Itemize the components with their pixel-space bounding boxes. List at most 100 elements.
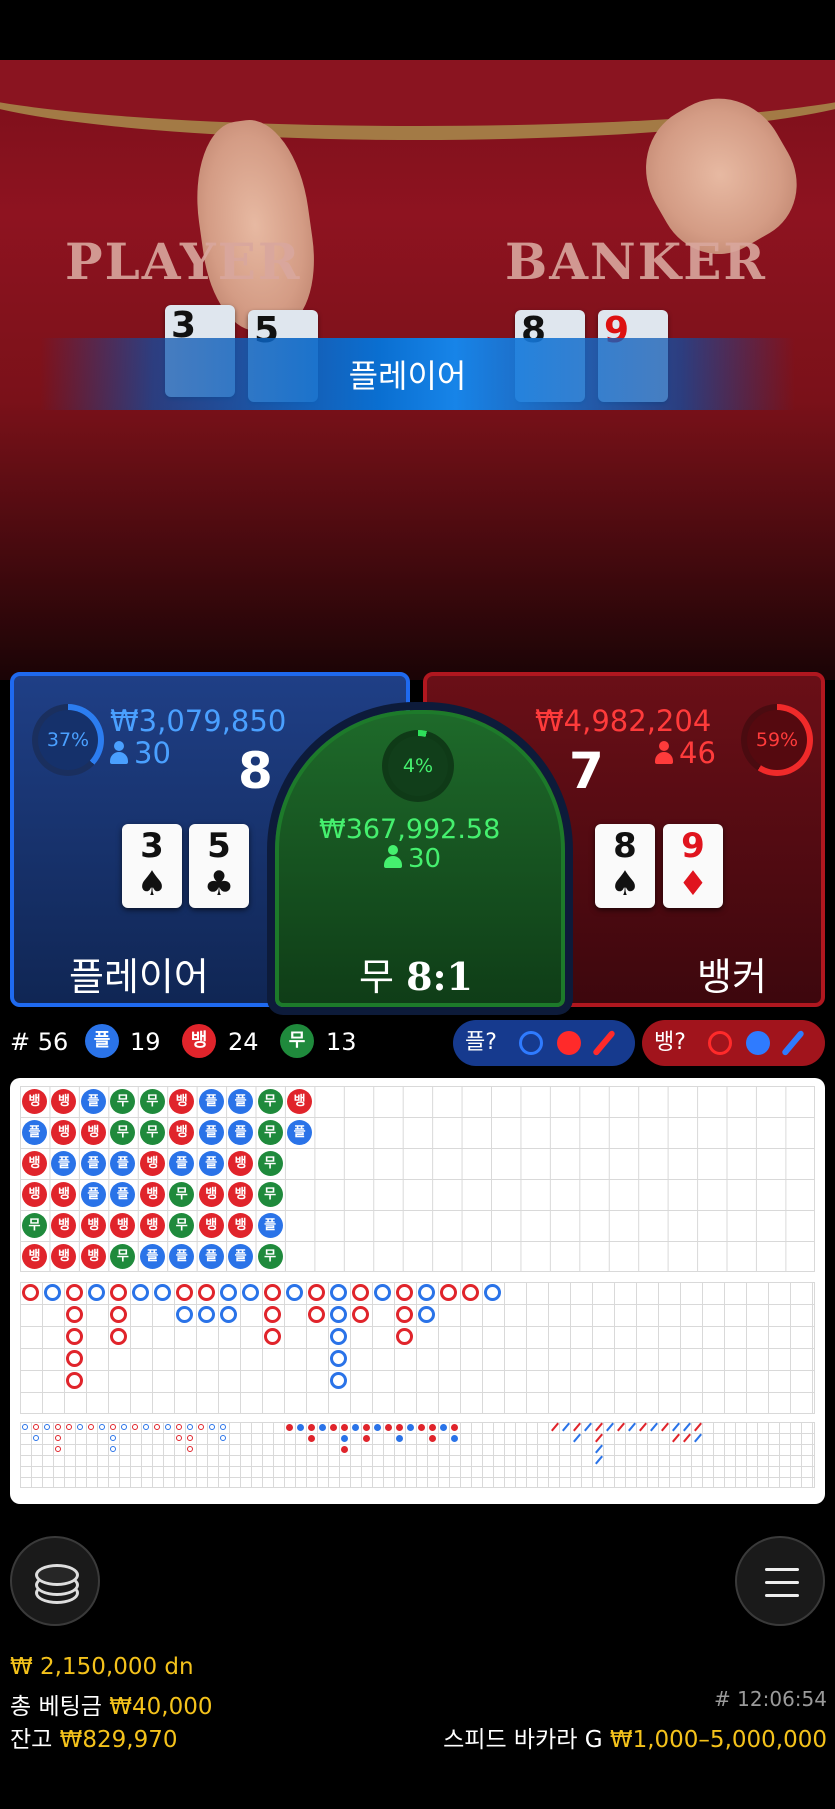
bead-road-result: 무 [110,1244,136,1269]
small-road-mark [429,1424,436,1431]
bead-road-result: 뱅 [228,1213,254,1238]
cockroach-road-mark [562,1422,570,1432]
bead-road-result: 뱅 [139,1213,165,1238]
bead-road-result: 무 [139,1089,165,1114]
tie-percent: 4% [402,755,434,777]
banker-bettor-count: 46 [655,736,716,770]
red-slash-icon [592,1029,616,1057]
bead-road-result: 뱅 [198,1213,224,1238]
cockroach-road-mark [595,1444,603,1454]
big-road-mark [330,1372,347,1389]
banker-card: 9 ♦ [663,824,723,908]
bead-road-result: 뱅 [51,1120,77,1145]
big-road-mark [242,1284,259,1301]
big-road-mark [330,1306,347,1323]
bead-road-result: 플 [228,1089,254,1114]
big-road-mark [220,1284,237,1301]
big-road-mark [66,1306,83,1323]
big-eye-road-mark [154,1424,160,1430]
cockroach-road-mark [683,1422,691,1432]
roadmap-panel[interactable]: 뱅플뱅뱅무뱅뱅뱅플뱅뱅뱅플뱅플플뱅뱅무무플플뱅무무무뱅뱅뱅플뱅뱅플무무플플플플뱅… [10,1078,825,1504]
chip-stack-button[interactable] [10,1536,100,1626]
small-road-mark [440,1424,447,1431]
big-road-mark [176,1306,193,1323]
menu-button[interactable] [735,1536,825,1626]
small-road-mark [341,1446,348,1453]
tie-bettor-count: 30 [384,844,441,874]
cockroach-road-mark [584,1422,592,1432]
bead-road-result: 플 [80,1151,106,1176]
big-eye-road-mark [132,1424,138,1430]
player-bettor-count: 30 [110,736,171,770]
bead-road-result: 플 [110,1151,136,1176]
big-road-mark [352,1284,369,1301]
big-road-mark [374,1284,391,1301]
player-score: 8 [238,742,273,800]
result-banner: 플레이어 [40,338,795,410]
big-road-mark [44,1284,61,1301]
big-road-mark [440,1284,457,1301]
player-percent: 37% [46,729,90,751]
small-road-mark [374,1424,381,1431]
predict-banker-label: 뱅? [654,1030,686,1055]
bead-road-result: 뱅 [287,1089,313,1114]
big-eye-road-mark [220,1424,226,1430]
bet-panel: 37% ₩3,079,850 30 8 3 ♠ 5 ♣ 플레이어 ₩4,982,20… [10,672,825,1007]
big-road [20,1282,815,1414]
player-bet-amount: ₩3,079,850 [110,704,287,738]
bead-road-result: 뱅 [51,1182,77,1207]
banker-win-count: 24 [228,1028,259,1056]
table-banker-text: BANKER [505,232,767,291]
clock-time: # 12:06:54 [714,1687,827,1711]
bead-road-result: 플 [228,1120,254,1145]
baccarat-app: { "video": { "table_player_text": "PLAYE… [0,0,835,1809]
bead-road-result: 무 [169,1213,195,1238]
small-road-mark [308,1424,315,1431]
bead-road-result: 뱅 [51,1244,77,1269]
big-eye-road-mark [55,1424,61,1430]
big-eye-road-mark [121,1424,127,1430]
big-road-mark [66,1328,83,1345]
bead-road-result: 뱅 [169,1120,195,1145]
big-eye-road-mark [143,1424,149,1430]
big-eye-road-mark [110,1435,116,1441]
big-road-mark [66,1372,83,1389]
blue-slash-icon [781,1029,805,1057]
big-road-mark [286,1284,303,1301]
player-zone-label: 플레이어 [69,955,209,999]
bead-road-result: 무 [257,1120,283,1145]
cockroach-road-mark [595,1422,603,1432]
bead-road-result: 플 [51,1151,77,1176]
cockroach-road-mark [573,1433,581,1443]
big-road-mark [330,1350,347,1367]
live-video: PLAYER BANKER 3 5 8 9 플레이어 [0,60,835,680]
big-road-mark [198,1284,215,1301]
big-road-mark [418,1306,435,1323]
small-road-mark [341,1424,348,1431]
big-road-mark [154,1284,171,1301]
big-eye-road-mark [99,1424,105,1430]
big-eye-road-mark [33,1424,39,1430]
shoe-round-count: # 56 [10,1028,69,1056]
big-eye-road-mark [220,1435,226,1441]
big-road-mark [330,1284,347,1301]
predict-banker-button[interactable]: 뱅? [642,1020,825,1066]
hamburger-menu-icon [765,1594,799,1597]
bead-road-result: 플 [198,1120,224,1145]
tie-win-count: 13 [326,1028,357,1056]
person-icon [110,741,128,765]
small-road-mark [407,1424,414,1431]
big-road-mark [110,1328,127,1345]
cockroach-road-mark [595,1455,603,1465]
person-icon [655,741,673,765]
bead-road-result: 플 [287,1120,313,1145]
tie-bet-zone[interactable]: 4% ₩367,992.58 30 무 8:1 [275,710,565,1007]
cockroach-road-mark [628,1422,636,1432]
predict-player-label: 플? [465,1030,497,1055]
big-eye-road-mark [22,1424,28,1430]
big-road-mark [198,1306,215,1323]
small-road-mark [418,1424,425,1431]
predict-player-button[interactable]: 플? [453,1020,635,1066]
big-road-mark [484,1284,501,1301]
player-badge: 플 [85,1024,119,1058]
